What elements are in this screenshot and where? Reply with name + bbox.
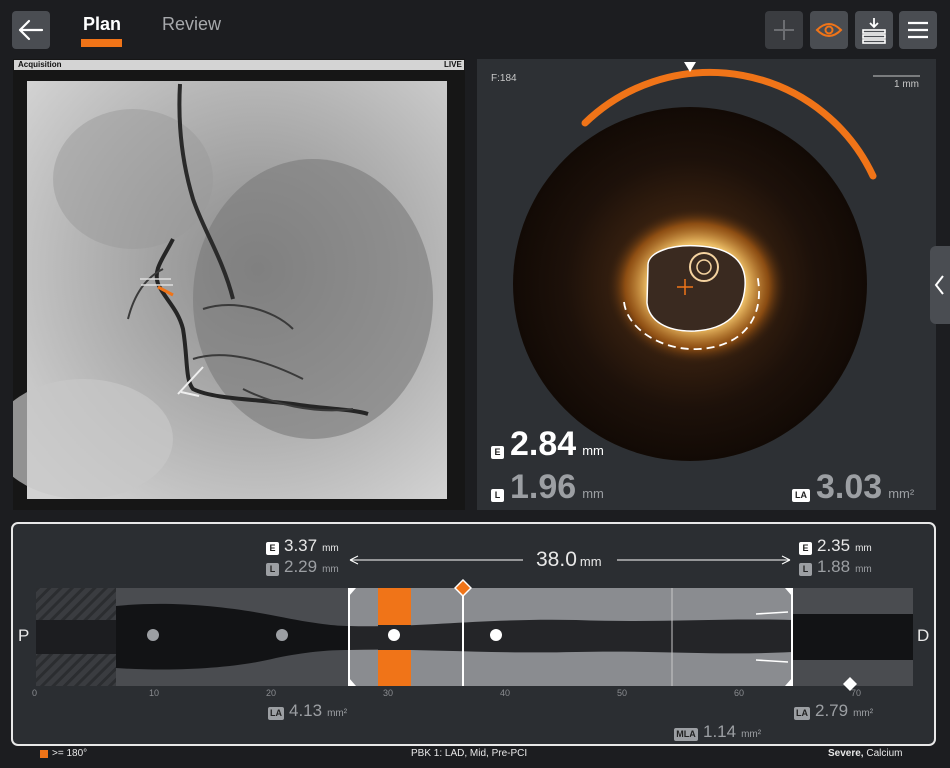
axis-tick: 20	[266, 688, 277, 698]
axis-tick: 70	[851, 688, 862, 698]
side-panel-toggle[interactable]	[930, 246, 950, 324]
export-button[interactable]	[855, 11, 893, 49]
proximal-area-unit: mm²	[327, 708, 348, 719]
visibility-button[interactable]	[810, 11, 848, 49]
add-button[interactable]	[765, 11, 803, 49]
severity-info: Severe, Calcium	[828, 748, 903, 759]
lumen-area-badge: LA	[794, 707, 810, 720]
plus-icon	[774, 20, 794, 40]
tab-review[interactable]: Review	[162, 14, 221, 35]
frame-number: F:184	[491, 73, 517, 84]
distal-eel-unit: mm	[855, 543, 872, 554]
eye-icon	[815, 23, 843, 37]
mla-badge: MLA	[674, 728, 698, 741]
menu-button[interactable]	[899, 11, 937, 49]
lumen-diameter-value: 1.96	[510, 468, 577, 506]
proximal-label: P	[18, 626, 30, 645]
lumen-diameter-readout: L 1.96 mm	[491, 468, 604, 507]
distal-area-unit: mm²	[853, 708, 874, 719]
distal-lumen-readout: L 1.88 mm	[799, 557, 872, 577]
angio-header-bar	[14, 60, 464, 70]
distal-area-readout: LA 2.79 mm²	[794, 701, 873, 721]
lumen-badge: L	[491, 489, 504, 502]
download-tray-icon	[862, 18, 886, 44]
current-frame-marker-icon[interactable]	[454, 579, 472, 597]
axis-tick: 10	[149, 688, 160, 698]
lumen-area-readout: LA 3.03 mm²	[792, 468, 914, 507]
mla-readout: MLA 1.14 mm²	[674, 722, 761, 742]
proximal-eel-unit: mm	[322, 543, 339, 554]
live-label: LIVE	[444, 60, 462, 69]
calcium-arc-legend: >= 180°	[52, 748, 88, 759]
lumen-diameter-unit: mm	[582, 486, 604, 501]
proximal-area-readout: LA 4.13 mm²	[268, 701, 347, 721]
lumen-area-badge: LA	[268, 707, 284, 720]
lumen-area-unit: mm²	[888, 486, 915, 501]
proximal-lumen-value: 2.29	[284, 557, 318, 576]
pullback-info: PBK 1: LAD, Mid, Pre-PCI	[411, 748, 528, 759]
distal-eel-readout: E 2.35 mm	[799, 536, 872, 556]
acquisition-label: Acquisition	[18, 60, 62, 69]
distal-eel-value: 2.35	[817, 536, 851, 555]
distal-lumen-unit: mm	[855, 564, 872, 575]
length-axis: 0 10 20 30 40 50 60 70	[32, 688, 913, 702]
distal-label: D	[917, 626, 930, 645]
distal-lumen-value: 1.88	[817, 557, 851, 576]
stent-length-readout: 38.0 mm	[536, 548, 602, 572]
hamburger-menu-icon	[908, 21, 928, 39]
tab-plan[interactable]: Plan	[83, 14, 121, 35]
angiogram-image	[13, 59, 465, 510]
axis-tick: 40	[500, 688, 511, 698]
lumen-area-value: 3.03	[816, 468, 883, 506]
lumen-badge: L	[266, 563, 279, 576]
axis-tick: 60	[734, 688, 745, 698]
back-button[interactable]	[12, 11, 50, 49]
mla-value: 1.14	[703, 722, 737, 741]
eel-diameter-value: 2.84	[510, 425, 577, 463]
stent-length-unit: mm	[579, 554, 602, 569]
axis-tick: 30	[383, 688, 394, 698]
axis-tick: 0	[32, 688, 38, 698]
lumen-badge: L	[799, 563, 812, 576]
eel-diameter-unit: mm	[582, 443, 604, 458]
proximal-lumen-readout: L 2.29 mm	[266, 557, 339, 577]
back-arrow-icon	[18, 19, 44, 41]
scale-bar-label: 1 mm	[894, 79, 919, 90]
proximal-area-value: 4.13	[289, 701, 323, 720]
proximal-eel-value: 3.37	[284, 536, 318, 555]
calcium-arc-legend-swatch	[40, 750, 48, 758]
axis-tick: 50	[617, 688, 628, 698]
eel-badge: E	[491, 446, 504, 459]
active-tab-indicator	[81, 39, 122, 47]
distal-area-value: 2.79	[815, 701, 849, 720]
mla-unit: mm²	[741, 729, 762, 740]
eel-badge: E	[266, 542, 279, 555]
longitudinal-lumen-view[interactable]	[36, 588, 913, 686]
lumen-area-badge: LA	[792, 489, 810, 502]
chevron-left-icon	[934, 275, 944, 295]
eel-diameter-readout: E 2.84 mm	[491, 425, 604, 464]
severity-type: Calcium	[866, 748, 903, 759]
proximal-eel-readout: E 3.37 mm	[266, 536, 339, 556]
angiography-view[interactable]	[13, 59, 465, 510]
proximal-lumen-unit: mm	[322, 564, 339, 575]
stent-length-value: 38.0	[536, 548, 577, 571]
severity-label: Severe,	[828, 748, 864, 759]
eel-badge: E	[799, 542, 812, 555]
